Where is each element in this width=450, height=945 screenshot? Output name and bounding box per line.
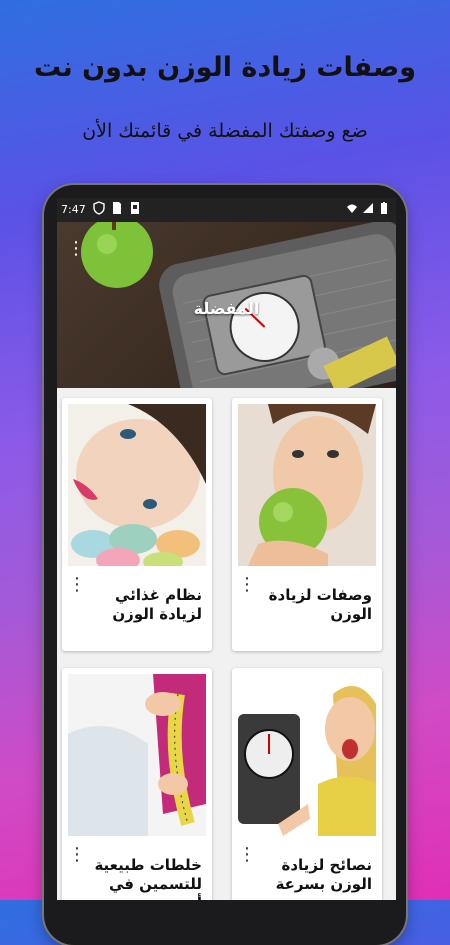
status-time: 7:47 bbox=[61, 203, 86, 216]
battery-icon bbox=[381, 202, 387, 214]
woman-eating-apple-image bbox=[238, 404, 376, 566]
card-title: نصائح لزيادة الوزن بسرعة bbox=[275, 856, 372, 893]
recipe-card-tips[interactable]: ⋮ نصائح لزيادة الوزن بسرعة bbox=[232, 668, 382, 900]
status-bar: 7:47 bbox=[57, 198, 396, 222]
page-title: المفضلة bbox=[193, 299, 260, 318]
shield-icon bbox=[93, 201, 105, 215]
woman-with-macarons-image bbox=[68, 404, 206, 566]
promo-subline: ضع وصفتك المفضلة في قائمتك الأن bbox=[82, 120, 368, 142]
recipe-card-diet-plan[interactable]: ⋮ نظام غذائي لزيادة الوزن bbox=[62, 398, 212, 651]
sd-card-icon bbox=[131, 202, 139, 214]
header-banner: ⋮ المفضلة bbox=[57, 222, 396, 388]
recipe-card-weight-gain[interactable]: ⋮ وصفات لزيادة الوزن bbox=[232, 398, 382, 651]
wifi-icon bbox=[347, 204, 357, 213]
signal-icon bbox=[363, 203, 373, 213]
card-title: خلطات طبيعية للتسمين في أسبوع bbox=[94, 856, 202, 900]
woman-with-scale-image bbox=[238, 674, 376, 836]
card-title: وصفات لزيادة الوزن bbox=[268, 586, 372, 623]
recipe-card-natural-mixes[interactable]: ⋮ خلطات طبيعية للتسمين في أسبوع bbox=[62, 668, 212, 900]
promo-headline: وصفات زيادة الوزن بدون نت bbox=[34, 52, 416, 83]
card-title: نظام غذائي لزيادة الوزن bbox=[112, 586, 202, 623]
tape-measure-image bbox=[68, 674, 206, 836]
app-screen: 7:47 ⋮ المفضلة ⋮ وصفات لزيادة الوزن ⋮ نظ… bbox=[57, 198, 396, 900]
sim-icon bbox=[113, 202, 121, 214]
more-vert-icon[interactable]: ⋮ bbox=[67, 240, 85, 258]
